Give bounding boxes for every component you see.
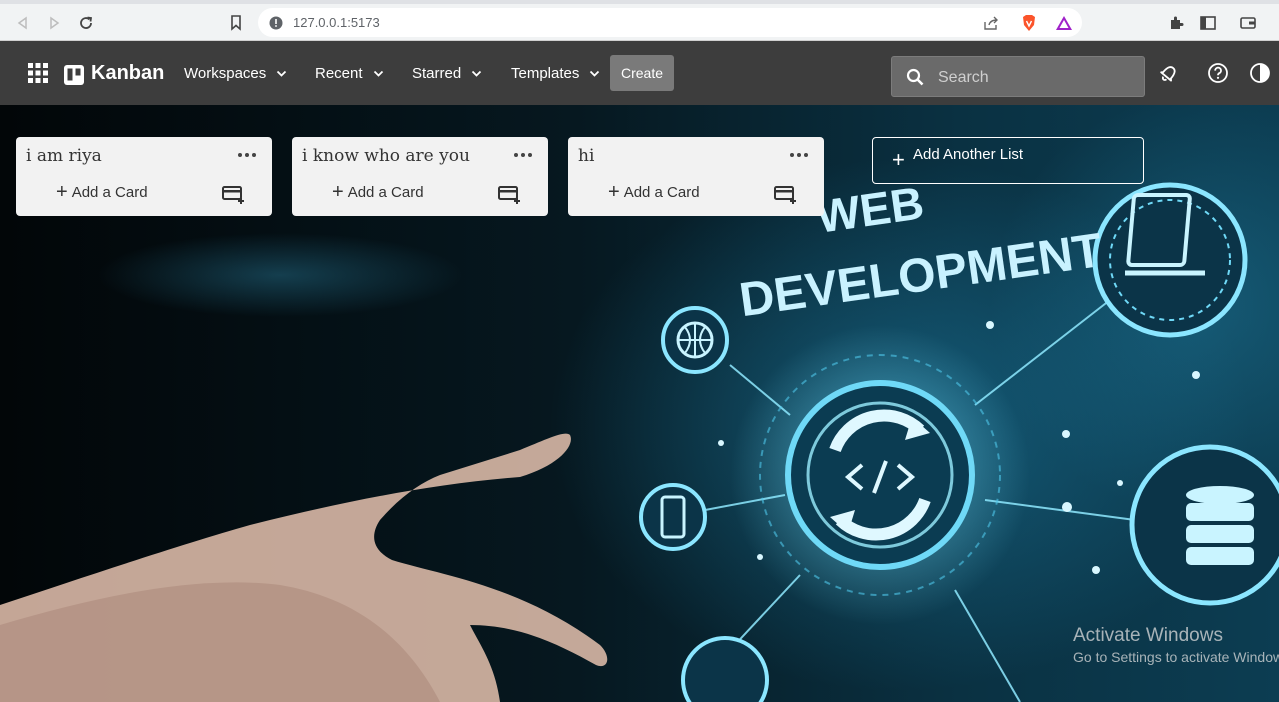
share-icon[interactable] <box>982 14 1000 32</box>
trello-logo-icon <box>64 65 84 85</box>
help-icon[interactable] <box>1206 61 1230 85</box>
app-navbar: Kanban Workspaces Recent Starred Templat… <box>0 41 1279 105</box>
forward-icon[interactable] <box>43 12 65 34</box>
activate-windows-watermark: Activate Windows Go to Settings to activ… <box>1073 625 1279 665</box>
more-options-icon[interactable] <box>512 148 534 162</box>
search-box[interactable] <box>891 56 1145 97</box>
artwork-text-web: WEB <box>813 176 927 242</box>
chevron-down-icon <box>589 65 600 82</box>
chevron-down-icon <box>471 65 482 82</box>
create-button[interactable]: Create <box>610 55 674 91</box>
list-column: i am riya + Add a Card <box>16 137 272 216</box>
plus-icon: + <box>608 181 620 203</box>
bookmark-icon[interactable] <box>225 12 247 34</box>
theme-toggle-icon[interactable] <box>1248 61 1272 85</box>
more-options-icon[interactable] <box>236 148 258 162</box>
app-logo[interactable]: Kanban <box>64 41 164 105</box>
list-title[interactable]: i know who are you <box>302 146 470 166</box>
artwork-text-development: DEVELOPMENT <box>736 224 1105 327</box>
card-template-icon[interactable] <box>498 185 522 205</box>
list-column: hi + Add a Card <box>568 137 824 216</box>
chevron-down-icon <box>373 65 384 82</box>
plus-icon: + <box>332 181 344 203</box>
menu-templates[interactable]: Templates <box>511 41 600 105</box>
apps-grid-icon[interactable] <box>26 61 50 85</box>
add-card-button[interactable]: + Add a Card <box>332 181 424 203</box>
url-text[interactable]: 127.0.0.1:5173 <box>293 15 380 30</box>
menu-recent[interactable]: Recent <box>315 41 384 105</box>
sidebar-toggle-icon[interactable] <box>1197 12 1219 34</box>
menu-templates-label: Templates <box>511 64 580 82</box>
menu-workspaces-label: Workspaces <box>184 64 267 82</box>
reload-icon[interactable] <box>75 12 97 34</box>
brave-shield-icon[interactable] <box>1020 14 1038 32</box>
menu-starred-label: Starred <box>412 64 462 82</box>
watermark-subtitle: Go to Settings to activate Windows. <box>1073 649 1279 665</box>
plus-icon: + <box>56 181 68 203</box>
add-list-label: Add Another List <box>913 146 1024 163</box>
menu-workspaces[interactable]: Workspaces <box>184 41 287 105</box>
list-column: i know who are you + Add a Card <box>292 137 548 216</box>
browser-toolbar: 127.0.0.1:5173 <box>0 0 1279 41</box>
list-title[interactable]: hi <box>578 146 594 166</box>
menu-starred[interactable]: Starred <box>412 41 482 105</box>
back-icon[interactable] <box>12 12 34 34</box>
plus-icon: + <box>892 147 905 172</box>
address-bar[interactable]: 127.0.0.1:5173 <box>258 8 1082 37</box>
brave-rewards-icon[interactable] <box>1055 14 1073 32</box>
extensions-icon[interactable] <box>1165 12 1187 34</box>
add-card-button[interactable]: + Add a Card <box>608 181 700 203</box>
wallet-icon[interactable] <box>1237 12 1259 34</box>
search-input[interactable] <box>936 66 1130 90</box>
watermark-title: Activate Windows <box>1073 625 1223 646</box>
add-card-button[interactable]: + Add a Card <box>56 181 148 203</box>
search-icon <box>906 68 924 91</box>
chevron-down-icon <box>276 65 287 82</box>
app-name: Kanban <box>91 61 165 84</box>
list-title[interactable]: i am riya <box>26 146 102 166</box>
notifications-icon[interactable] <box>1157 61 1181 85</box>
site-info-icon[interactable] <box>267 14 285 32</box>
more-options-icon[interactable] <box>788 148 810 162</box>
add-card-label: Add a Card <box>623 184 700 201</box>
add-another-list-button[interactable]: + Add Another List <box>872 137 1144 184</box>
card-template-icon[interactable] <box>222 185 246 205</box>
add-card-label: Add a Card <box>71 184 148 201</box>
card-template-icon[interactable] <box>774 185 798 205</box>
add-card-label: Add a Card <box>347 184 424 201</box>
menu-recent-label: Recent <box>315 64 363 82</box>
